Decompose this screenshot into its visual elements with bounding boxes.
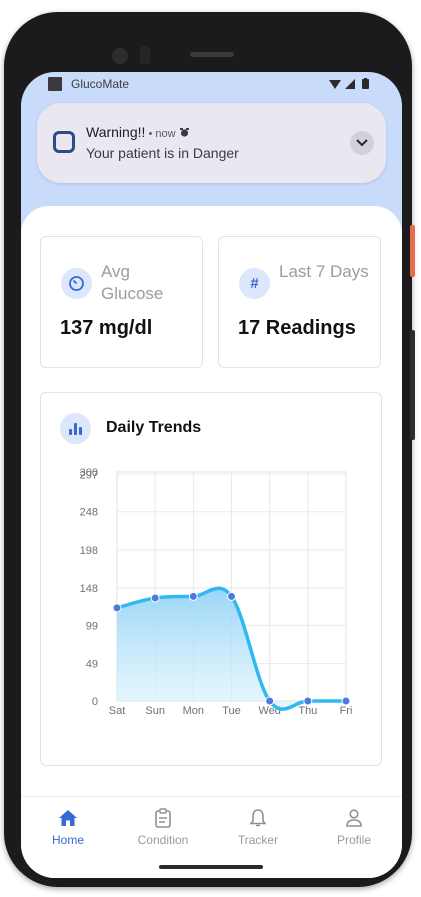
status-app-name: GlucoMate bbox=[71, 77, 130, 91]
avg-glucose-label: Avg Glucose bbox=[101, 262, 164, 303]
x-tick-label: Fri bbox=[340, 705, 353, 717]
readings-count-value: 17 Readings bbox=[238, 317, 356, 339]
expand-notification-button[interactable] bbox=[350, 131, 374, 155]
data-point bbox=[227, 591, 236, 601]
avg-glucose-card: Avg Glucose 137 mg/dl bbox=[40, 236, 203, 368]
clipboard-icon bbox=[127, 805, 199, 831]
signal-battery-icon bbox=[329, 78, 369, 89]
nav-condition-label: Condition bbox=[137, 833, 189, 847]
status-icons bbox=[328, 78, 376, 93]
screen: GlucoMate Warning!! • now Your patient i… bbox=[21, 72, 402, 878]
bell-icon bbox=[222, 805, 294, 831]
series-area bbox=[117, 588, 346, 710]
home-content: Avg Glucose 137 mg/dl # Last 7 Days 17 R… bbox=[21, 206, 402, 878]
readings-card: # Last 7 Days 17 Readings bbox=[218, 236, 381, 368]
front-sensor bbox=[140, 46, 150, 64]
notification-title: Warning!! bbox=[86, 124, 146, 140]
gauge-icon bbox=[61, 268, 92, 299]
alarm-icon bbox=[179, 128, 189, 137]
y-tick-label: 0 bbox=[92, 696, 98, 708]
warning-notification[interactable]: Warning!! • now Your patient is in Dange… bbox=[37, 103, 386, 183]
daily-trends-chart: 04999148198248297300Sat Sun Mon Tue Wed Thu Fr… bbox=[80, 467, 353, 717]
x-tick-label: Sat bbox=[109, 705, 126, 717]
data-point bbox=[188, 591, 198, 601]
avg-glucose-value: 137 mg/dl bbox=[60, 317, 153, 339]
nav-condition[interactable]: Condition bbox=[127, 805, 199, 847]
data-point bbox=[265, 696, 275, 706]
nav-profile-label: Profile bbox=[336, 833, 371, 847]
front-camera bbox=[112, 48, 128, 64]
gesture-home-bar bbox=[159, 865, 263, 869]
y-tick-label: 248 bbox=[80, 507, 98, 519]
hash-icon: # bbox=[239, 268, 270, 299]
x-tick-label: Sun bbox=[145, 705, 165, 717]
nav-tracker-label: Tracker bbox=[237, 833, 279, 847]
nav-profile[interactable]: Profile bbox=[318, 805, 390, 847]
home-icon bbox=[32, 805, 104, 831]
data-point bbox=[112, 603, 122, 613]
status-bar: GlucoMate bbox=[21, 72, 402, 98]
x-tick-label: Mon bbox=[183, 705, 204, 717]
nav-tracker[interactable]: Tracker bbox=[222, 805, 294, 847]
power-button bbox=[410, 225, 415, 277]
y-tick-label: 300 bbox=[80, 467, 98, 479]
earpiece-speaker bbox=[190, 52, 234, 57]
notification-app-icon bbox=[53, 131, 75, 153]
notification-title-row: Warning!! • now bbox=[86, 124, 190, 140]
notification-body: Your patient is in Danger bbox=[86, 145, 239, 161]
y-tick-label: 148 bbox=[80, 583, 98, 595]
data-point bbox=[150, 593, 160, 603]
y-tick-label: 49 bbox=[86, 659, 98, 671]
notification-time: • now bbox=[145, 128, 179, 140]
person-icon bbox=[318, 805, 390, 831]
phone-frame: GlucoMate Warning!! • now Your patient i… bbox=[4, 12, 412, 887]
data-point bbox=[341, 696, 351, 706]
y-tick-label: 198 bbox=[80, 545, 98, 557]
y-tick-label: 99 bbox=[86, 620, 98, 632]
volume-button bbox=[410, 330, 415, 440]
nav-home[interactable]: Home bbox=[32, 805, 104, 847]
daily-trends-card: Daily Trends 0 49 99 148 198 248 297 300 Sat Sun M… bbox=[40, 392, 382, 766]
bottom-navigation: Home Condition Tracker Profile bbox=[21, 796, 402, 878]
nav-home-label: Home bbox=[51, 833, 84, 847]
x-tick-label: Thu bbox=[298, 705, 317, 717]
app-notification-icon bbox=[48, 77, 62, 91]
data-point bbox=[303, 696, 313, 706]
readings-period-label: Last 7 Days bbox=[279, 262, 369, 281]
x-tick-label: Tue bbox=[222, 705, 241, 717]
chevron-down-icon bbox=[356, 139, 368, 147]
